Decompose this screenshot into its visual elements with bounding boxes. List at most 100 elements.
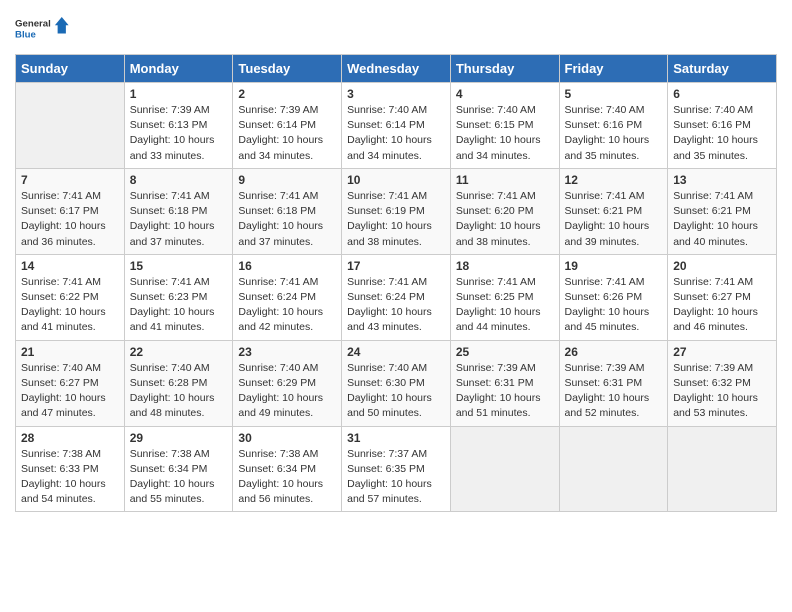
day-info: Sunrise: 7:40 AM Sunset: 6:27 PM Dayligh… [21, 361, 119, 422]
calendar-week-4: 28Sunrise: 7:38 AM Sunset: 6:33 PM Dayli… [16, 426, 777, 512]
day-info: Sunrise: 7:41 AM Sunset: 6:21 PM Dayligh… [673, 189, 771, 250]
day-number: 23 [238, 345, 336, 359]
svg-text:Blue: Blue [15, 30, 36, 41]
day-info: Sunrise: 7:39 AM Sunset: 6:14 PM Dayligh… [238, 103, 336, 164]
calendar-cell: 7 Sunrise: 7:41 AM Sunset: 6:17 PM Daylig… [16, 168, 125, 254]
weekday-header-sunday: Sunday [16, 55, 125, 83]
weekday-header-thursday: Thursday [450, 55, 559, 83]
calendar-week-3: 21 Sunrise: 7:40 AM Sunset: 6:27 PM Dayli… [16, 340, 777, 426]
day-info: Sunrise: 7:40 AM Sunset: 6:29 PM Dayligh… [238, 361, 336, 422]
day-number: 24 [347, 345, 445, 359]
calendar-cell: 23 Sunrise: 7:40 AM Sunset: 6:29 PM Dayli… [233, 340, 342, 426]
calendar-cell: 9Sunrise: 7:41 AM Sunset: 6:18 PM Daylig… [233, 168, 342, 254]
day-number: 31 [347, 431, 445, 445]
calendar-cell: 18 Sunrise: 7:41 AM Sunset: 6:25 PM Dayli… [450, 254, 559, 340]
day-number: 10 [347, 173, 445, 187]
weekday-header-monday: Monday [124, 55, 233, 83]
day-number: 18 [456, 259, 554, 273]
weekday-header-tuesday: Tuesday [233, 55, 342, 83]
day-number: 12 [565, 173, 663, 187]
day-number: 20 [673, 259, 771, 273]
day-info: Sunrise: 7:38 AM Sunset: 6:34 PM Dayligh… [130, 447, 228, 508]
day-number: 5 [565, 87, 663, 101]
calendar-cell: 4 Sunrise: 7:40 AM Sunset: 6:15 PM Daylig… [450, 83, 559, 169]
calendar-cell: 29Sunrise: 7:38 AM Sunset: 6:34 PM Dayli… [124, 426, 233, 512]
calendar-cell: 16 Sunrise: 7:41 AM Sunset: 6:24 PM Dayli… [233, 254, 342, 340]
day-number: 11 [456, 173, 554, 187]
calendar-cell: 6 Sunrise: 7:40 AM Sunset: 6:16 PM Daylig… [668, 83, 777, 169]
day-number: 4 [456, 87, 554, 101]
calendar-week-1: 7 Sunrise: 7:41 AM Sunset: 6:17 PM Daylig… [16, 168, 777, 254]
calendar-cell: 25Sunrise: 7:39 AM Sunset: 6:31 PM Dayli… [450, 340, 559, 426]
day-info: Sunrise: 7:41 AM Sunset: 6:26 PM Dayligh… [565, 275, 663, 336]
calendar-cell: 24 Sunrise: 7:40 AM Sunset: 6:30 PM Dayli… [342, 340, 451, 426]
weekday-header-friday: Friday [559, 55, 668, 83]
day-info: Sunrise: 7:41 AM Sunset: 6:18 PM Dayligh… [238, 189, 336, 250]
day-info: Sunrise: 7:41 AM Sunset: 6:20 PM Dayligh… [456, 189, 554, 250]
weekday-header-wednesday: Wednesday [342, 55, 451, 83]
day-info: Sunrise: 7:40 AM Sunset: 6:16 PM Dayligh… [565, 103, 663, 164]
calendar-cell: 12 Sunrise: 7:41 AM Sunset: 6:21 PM Dayli… [559, 168, 668, 254]
calendar-cell: 13Sunrise: 7:41 AM Sunset: 6:21 PM Dayli… [668, 168, 777, 254]
calendar-cell: 21 Sunrise: 7:40 AM Sunset: 6:27 PM Dayli… [16, 340, 125, 426]
calendar-cell: 20 Sunrise: 7:41 AM Sunset: 6:27 PM Dayli… [668, 254, 777, 340]
day-number: 30 [238, 431, 336, 445]
day-info: Sunrise: 7:40 AM Sunset: 6:16 PM Dayligh… [673, 103, 771, 164]
calendar-header: SundayMondayTuesdayWednesdayThursdayFrid… [16, 55, 777, 83]
calendar-table: SundayMondayTuesdayWednesdayThursdayFrid… [15, 54, 777, 512]
weekday-row: SundayMondayTuesdayWednesdayThursdayFrid… [16, 55, 777, 83]
calendar-cell: 1Sunrise: 7:39 AM Sunset: 6:13 PM Daylig… [124, 83, 233, 169]
day-number: 14 [21, 259, 119, 273]
day-number: 16 [238, 259, 336, 273]
day-number: 6 [673, 87, 771, 101]
day-info: Sunrise: 7:39 AM Sunset: 6:32 PM Dayligh… [673, 361, 771, 422]
day-info: Sunrise: 7:40 AM Sunset: 6:14 PM Dayligh… [347, 103, 445, 164]
day-info: Sunrise: 7:38 AM Sunset: 6:34 PM Dayligh… [238, 447, 336, 508]
day-info: Sunrise: 7:41 AM Sunset: 6:21 PM Dayligh… [565, 189, 663, 250]
calendar-cell: 2 Sunrise: 7:39 AM Sunset: 6:14 PM Daylig… [233, 83, 342, 169]
day-info: Sunrise: 7:41 AM Sunset: 6:22 PM Dayligh… [21, 275, 119, 336]
calendar-week-0: 1Sunrise: 7:39 AM Sunset: 6:13 PM Daylig… [16, 83, 777, 169]
day-info: Sunrise: 7:39 AM Sunset: 6:13 PM Dayligh… [130, 103, 228, 164]
calendar-cell: 26 Sunrise: 7:39 AM Sunset: 6:31 PM Dayli… [559, 340, 668, 426]
day-info: Sunrise: 7:41 AM Sunset: 6:19 PM Dayligh… [347, 189, 445, 250]
calendar-cell: 27 Sunrise: 7:39 AM Sunset: 6:32 PM Dayli… [668, 340, 777, 426]
day-number: 27 [673, 345, 771, 359]
day-number: 21 [21, 345, 119, 359]
day-info: Sunrise: 7:41 AM Sunset: 6:25 PM Dayligh… [456, 275, 554, 336]
day-number: 17 [347, 259, 445, 273]
logo-svg: General Blue [15, 10, 70, 46]
calendar-cell: 22Sunrise: 7:40 AM Sunset: 6:28 PM Dayli… [124, 340, 233, 426]
day-number: 7 [21, 173, 119, 187]
calendar-cell: 11 Sunrise: 7:41 AM Sunset: 6:20 PM Dayli… [450, 168, 559, 254]
page-header: General Blue [15, 10, 777, 46]
calendar-cell [450, 426, 559, 512]
day-info: Sunrise: 7:41 AM Sunset: 6:23 PM Dayligh… [130, 275, 228, 336]
day-info: Sunrise: 7:41 AM Sunset: 6:17 PM Dayligh… [21, 189, 119, 250]
day-info: Sunrise: 7:41 AM Sunset: 6:24 PM Dayligh… [347, 275, 445, 336]
day-number: 8 [130, 173, 228, 187]
calendar-cell: 31Sunrise: 7:37 AM Sunset: 6:35 PM Dayli… [342, 426, 451, 512]
calendar-cell: 5 Sunrise: 7:40 AM Sunset: 6:16 PM Daylig… [559, 83, 668, 169]
weekday-header-saturday: Saturday [668, 55, 777, 83]
calendar-cell: 10 Sunrise: 7:41 AM Sunset: 6:19 PM Dayli… [342, 168, 451, 254]
day-info: Sunrise: 7:39 AM Sunset: 6:31 PM Dayligh… [456, 361, 554, 422]
day-number: 22 [130, 345, 228, 359]
day-info: Sunrise: 7:41 AM Sunset: 6:27 PM Dayligh… [673, 275, 771, 336]
day-info: Sunrise: 7:41 AM Sunset: 6:18 PM Dayligh… [130, 189, 228, 250]
day-info: Sunrise: 7:40 AM Sunset: 6:15 PM Dayligh… [456, 103, 554, 164]
calendar-cell: 28Sunrise: 7:38 AM Sunset: 6:33 PM Dayli… [16, 426, 125, 512]
day-number: 2 [238, 87, 336, 101]
calendar-cell: 8 Sunrise: 7:41 AM Sunset: 6:18 PM Daylig… [124, 168, 233, 254]
calendar-cell [668, 426, 777, 512]
day-info: Sunrise: 7:39 AM Sunset: 6:31 PM Dayligh… [565, 361, 663, 422]
day-info: Sunrise: 7:41 AM Sunset: 6:24 PM Dayligh… [238, 275, 336, 336]
day-number: 26 [565, 345, 663, 359]
day-number: 3 [347, 87, 445, 101]
day-number: 15 [130, 259, 228, 273]
calendar-cell: 30 Sunrise: 7:38 AM Sunset: 6:34 PM Dayli… [233, 426, 342, 512]
day-info: Sunrise: 7:40 AM Sunset: 6:30 PM Dayligh… [347, 361, 445, 422]
logo: General Blue [15, 10, 70, 46]
calendar-cell: 14 Sunrise: 7:41 AM Sunset: 6:22 PM Dayli… [16, 254, 125, 340]
day-info: Sunrise: 7:38 AM Sunset: 6:33 PM Dayligh… [21, 447, 119, 508]
